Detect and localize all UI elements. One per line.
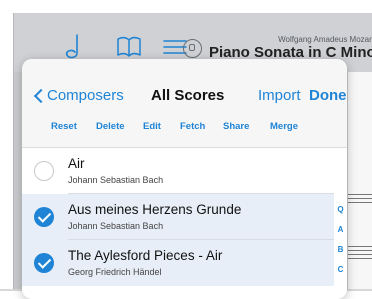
score-row[interactable]: Aus meines Herzens Grunde Johann Sebasti… xyxy=(22,194,334,240)
popover-nav-bar: Composers All Scores Import Done xyxy=(22,59,347,104)
index-item[interactable]: B xyxy=(334,245,347,254)
search-icon[interactable] xyxy=(183,39,202,58)
staff-line xyxy=(348,194,372,195)
back-chevron-icon[interactable] xyxy=(33,88,49,104)
share-button[interactable]: Share xyxy=(223,121,249,132)
score-row[interactable]: Air Johann Sebastian Bach xyxy=(22,148,334,194)
edit-button[interactable]: Edit xyxy=(143,121,161,132)
score-composer: Johann Sebastian Bach xyxy=(68,175,164,185)
fetch-button[interactable]: Fetch xyxy=(180,121,205,132)
score-title: The Aylesford Pieces - Air xyxy=(68,248,223,263)
popover-title: All Scores xyxy=(151,87,225,104)
score-composer: Johann Sebastian Bach xyxy=(68,221,164,231)
staff-line xyxy=(348,250,372,251)
staff-line xyxy=(348,254,372,255)
staff-line xyxy=(348,258,372,259)
merge-button[interactable]: Merge xyxy=(270,121,298,132)
pencil-icon[interactable] xyxy=(60,32,90,62)
sheet-music-page xyxy=(348,72,372,289)
index-item[interactable]: Q xyxy=(334,205,347,214)
score-composer: Wolfgang Amadeus Mozart xyxy=(278,35,372,44)
checkmark-icon[interactable] xyxy=(34,207,54,227)
index-item[interactable]: C xyxy=(334,265,347,274)
staff-line xyxy=(348,202,372,203)
scores-popover: Composers All Scores Import Done Reset D… xyxy=(22,59,347,299)
score-title: Aus meines Herzens Grunde xyxy=(68,202,242,217)
unselected-circle-icon[interactable] xyxy=(34,161,54,181)
score-row[interactable]: The Aylesford Pieces - Air Georg Friedri… xyxy=(22,240,334,286)
score-composer: Georg Friedrich Händel xyxy=(68,267,162,277)
book-icon[interactable] xyxy=(114,32,144,62)
delete-button[interactable]: Delete xyxy=(96,121,125,132)
staff-line xyxy=(348,246,372,247)
staff-line xyxy=(348,198,372,199)
index-item[interactable]: A xyxy=(334,225,347,234)
import-button[interactable]: Import xyxy=(258,87,301,104)
action-bar: Reset Delete Edit Fetch Share Merge xyxy=(22,103,347,148)
composers-back-button[interactable]: Composers xyxy=(47,87,124,104)
score-title: Air xyxy=(68,156,85,171)
done-button[interactable]: Done xyxy=(309,87,347,104)
reset-button[interactable]: Reset xyxy=(51,121,77,132)
checkmark-icon[interactable] xyxy=(34,253,54,273)
